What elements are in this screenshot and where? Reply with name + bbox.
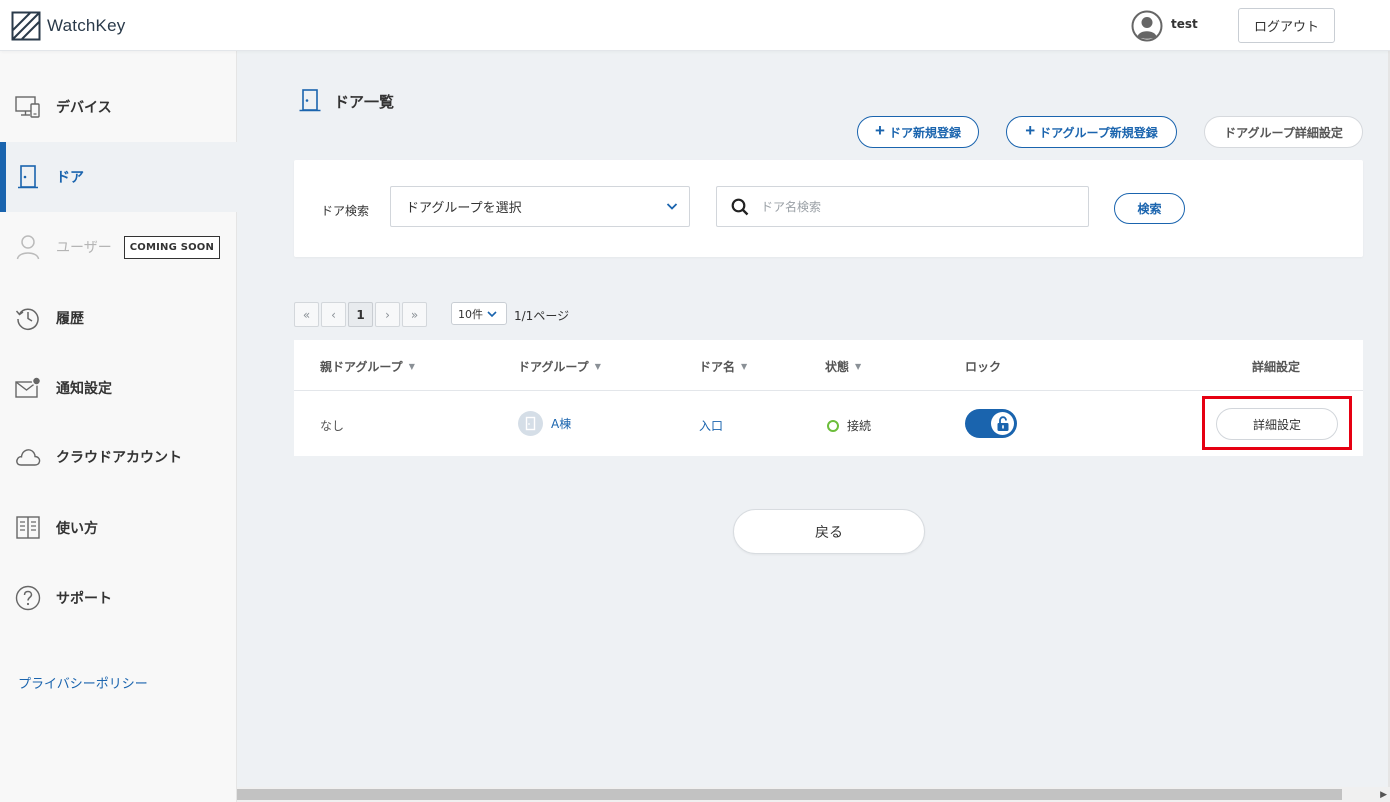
column-header-lock: ロック (965, 360, 1002, 374)
sidebar-item-label: 通知設定 (56, 381, 112, 397)
door-name-search[interactable] (716, 186, 1089, 227)
next-page-button[interactable]: › (375, 302, 400, 327)
new-door-group-button[interactable]: + ドアグループ新規登録 (1006, 116, 1177, 148)
cell-door-name[interactable]: 入口 (699, 417, 723, 434)
sidebar-item-label: 履歴 (56, 311, 84, 327)
sidebar-item-label: クラウドアカウント (56, 450, 182, 466)
cell-parent-group: なし (320, 419, 345, 433)
page-title: ドア一覧 (298, 88, 394, 114)
sidebar-item-history[interactable]: 履歴 (0, 283, 237, 353)
search-icon (731, 198, 749, 216)
column-header-door-name[interactable]: ドア名 ▼ (699, 358, 747, 375)
sidebar-item-support[interactable]: サポート (0, 563, 237, 633)
door-icon (299, 89, 321, 112)
prev-page-button[interactable]: ‹ (321, 302, 346, 327)
coming-soon-badge: COMING SOON (123, 235, 221, 259)
doors-table: 親ドアグループ ▼ ドアグループ ▼ ドア名 ▼ 状態 ▼ ロック 詳細設定 なし (294, 340, 1363, 456)
sidebar-item-users: ユーザー COMING SOON (0, 212, 237, 282)
detail-settings-button[interactable]: 詳細設定 (1216, 408, 1338, 440)
search-button[interactable]: 検索 (1114, 193, 1185, 224)
door-group-settings-button[interactable]: ドアグループ詳細設定 (1204, 116, 1363, 148)
logout-button[interactable]: ログアウト (1238, 8, 1335, 43)
sidebar-item-notifications[interactable]: 通知設定 (0, 353, 237, 423)
sidebar-item-label: 使い方 (56, 521, 98, 537)
sidebar-item-label: ドア (56, 170, 84, 186)
pagination: « ‹ 1 › » (294, 302, 427, 327)
search-panel: ドア検索 ドアグループを選択 検索 (294, 160, 1363, 257)
first-page-button[interactable]: « (294, 302, 319, 327)
sidebar-item-cloud-account[interactable]: クラウドアカウント (0, 422, 237, 492)
cloud-icon (15, 444, 41, 470)
back-button[interactable]: 戻る (733, 509, 925, 554)
table-header: 親ドアグループ ▼ ドアグループ ▼ ドア名 ▼ 状態 ▼ ロック 詳細設定 (294, 340, 1363, 391)
sidebar: デバイス ドア ユーザー COMING SOON 履歴 通知設定 クラウドアカウ… (0, 51, 237, 802)
chevron-down-icon (666, 203, 678, 210)
sidebar-item-label: ユーザー (56, 240, 112, 256)
help-icon (15, 585, 41, 611)
new-door-button[interactable]: + ドア新規登録 (857, 116, 979, 148)
horizontal-scrollbar[interactable]: ▶ (237, 787, 1390, 802)
sort-icon: ▼ (855, 362, 862, 371)
lock-toggle[interactable] (965, 409, 1017, 438)
sidebar-item-devices[interactable]: デバイス (0, 72, 237, 142)
search-label: ドア検索 (321, 204, 370, 218)
app-header: WatchKey test ログアウト (0, 0, 1390, 51)
last-page-button[interactable]: » (402, 302, 427, 327)
column-header-status[interactable]: 状態 ▼ (825, 358, 861, 375)
sidebar-item-guide[interactable]: 使い方 (0, 493, 237, 563)
cell-group[interactable]: A棟 (518, 411, 571, 436)
page-title-text: ドア一覧 (334, 92, 395, 111)
user-icon (15, 234, 41, 260)
user-menu[interactable]: test (1131, 10, 1198, 42)
sort-icon: ▼ (741, 362, 748, 371)
avatar-icon (1131, 10, 1163, 42)
chevron-down-icon (487, 310, 497, 317)
status-connected-icon (827, 419, 839, 432)
column-header-detail: 詳細設定 (1252, 360, 1301, 374)
door-icon (15, 164, 41, 190)
plus-icon: + (1025, 121, 1036, 140)
page-info: 1/1ページ (514, 309, 570, 323)
current-page-button[interactable]: 1 (348, 302, 373, 327)
door-group-icon (518, 411, 543, 436)
door-group-select[interactable]: ドアグループを選択 (390, 186, 690, 227)
door-name-search-input[interactable] (761, 187, 1081, 226)
user-name: test (1171, 17, 1198, 31)
sidebar-item-label: サポート (56, 591, 112, 607)
cell-status: 接続 (827, 417, 871, 434)
sort-icon: ▼ (594, 362, 601, 371)
privacy-policy-link[interactable]: プライバシーポリシー (18, 673, 148, 692)
sidebar-item-label: デバイス (56, 100, 112, 116)
sort-icon: ▼ (408, 362, 415, 371)
scrollbar-thumb[interactable] (237, 789, 1342, 800)
book-icon (15, 515, 41, 541)
column-header-parent-group[interactable]: 親ドアグループ ▼ (320, 358, 415, 375)
watchkey-logo-icon (11, 11, 41, 41)
scroll-right-icon[interactable]: ▶ (1380, 790, 1387, 800)
plus-icon: + (875, 121, 885, 140)
unlocked-icon (991, 412, 1014, 435)
logo-text: WatchKey (47, 16, 126, 35)
watchkey-logo[interactable]: WatchKey (11, 11, 125, 41)
mail-icon (15, 375, 41, 401)
history-icon (15, 305, 41, 331)
per-page-select[interactable]: 10件 (451, 302, 507, 325)
device-icon (15, 94, 41, 120)
sidebar-item-doors[interactable]: ドア (0, 142, 237, 212)
column-header-group[interactable]: ドアグループ ▼ (518, 358, 601, 375)
